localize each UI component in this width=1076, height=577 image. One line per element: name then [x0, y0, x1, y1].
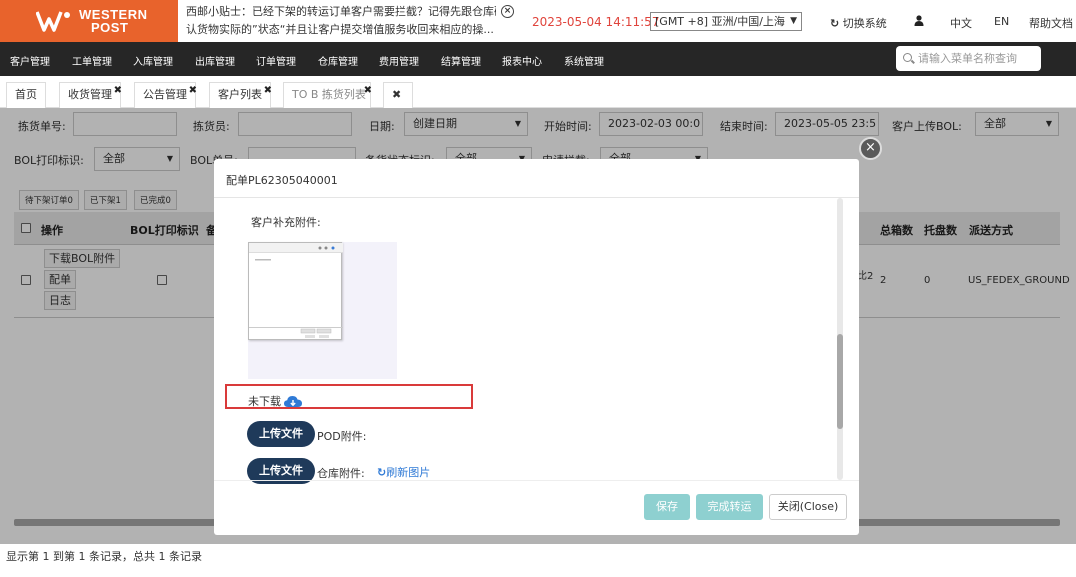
- tab-tob-picking[interactable]: TO B 拣货列表 ✖: [283, 79, 372, 108]
- nav-item-outbound[interactable]: 出库管理: [195, 53, 235, 68]
- nav-item-fees[interactable]: 费用管理: [379, 53, 419, 68]
- brand-line2: POST: [91, 20, 129, 35]
- lang-chinese-link[interactable]: 中文: [950, 15, 972, 31]
- nav-item-system[interactable]: 系统管理: [564, 53, 604, 68]
- top-bar: WESTERN POST 西邮小贴士：已经下架的转运订单客户需要拦截？记得先跟仓…: [0, 0, 1076, 42]
- refresh-image-label: 刷新图片: [386, 466, 431, 479]
- timezone-select[interactable]: [GMT +8] 亚洲/中国/上海 ▼: [650, 12, 802, 31]
- tab-receiving-label: 收货管理: [68, 88, 112, 101]
- nav-item-customer[interactable]: 客户管理: [10, 53, 50, 68]
- tip-close-icon[interactable]: ×: [501, 5, 514, 18]
- warehouse-attachment-label: 仓库附件:: [317, 467, 365, 480]
- search-icon: [903, 53, 912, 62]
- nav-item-inbound[interactable]: 入库管理: [133, 53, 173, 68]
- cloud-download-icon[interactable]: [283, 394, 303, 408]
- tab-customer-list[interactable]: 客户列表 ✖: [209, 79, 272, 108]
- lang-english-link[interactable]: EN: [994, 15, 1009, 28]
- modal-title: 配单PL62305040001: [226, 174, 338, 187]
- close-icon[interactable]: ✖: [364, 79, 372, 103]
- main-nav: 客户管理 工单管理 入库管理 出库管理 订单管理 仓库管理 费用管理 结算管理 …: [0, 42, 1076, 76]
- close-icon[interactable]: ✖: [114, 79, 122, 103]
- tab-customer-list-label: 客户列表: [218, 88, 262, 101]
- user-icon[interactable]: [914, 15, 924, 29]
- tab-tob-picking-label: TO B 拣货列表: [292, 88, 366, 101]
- switch-system-label: 切换系统: [842, 17, 887, 30]
- nav-item-warehouse[interactable]: 仓库管理: [318, 53, 358, 68]
- modal-scrollbar-thumb[interactable]: [837, 334, 843, 429]
- pod-attachment-label: POD附件:: [317, 430, 367, 443]
- brand-name: WESTERN POST: [79, 8, 148, 34]
- nav-item-reports[interactable]: 报表中心: [502, 53, 542, 68]
- menu-search-placeholder: 请输入菜单名称查询: [918, 52, 1017, 65]
- tab-home[interactable]: 首页: [6, 82, 46, 108]
- tip-banner: 西邮小贴士：已经下架的转运订单客户需要拦截？记得先跟仓库确 认货物实际的”状态“…: [186, 3, 496, 39]
- upload-pod-button[interactable]: 上传文件: [247, 421, 315, 447]
- page-tabs: 首页 收货管理 ✖ 公告管理 ✖ 客户列表 ✖ TO B 拣货列表 ✖ ✖: [0, 82, 1076, 108]
- close-button[interactable]: 关闭(Close): [769, 494, 847, 520]
- attachment-thumbnail[interactable]: [248, 242, 397, 379]
- pagination-info: 显示第 1 到第 1 条记录，总共 1 条记录: [6, 550, 202, 563]
- tab-announcements[interactable]: 公告管理 ✖: [134, 79, 197, 108]
- tab-announcements-label: 公告管理: [143, 88, 187, 101]
- complete-transfer-button[interactable]: 完成转运: [696, 494, 763, 520]
- modal-footer-divider: [214, 480, 859, 481]
- nav-item-settlement[interactable]: 结算管理: [441, 53, 481, 68]
- attachment-preview-image: [248, 242, 343, 340]
- modal-close-icon[interactable]: ×: [859, 137, 882, 160]
- help-docs-link[interactable]: 帮助文档: [1029, 15, 1073, 31]
- save-button[interactable]: 保存: [644, 494, 690, 520]
- close-icon[interactable]: ✖: [189, 79, 197, 103]
- tip-line2: 认货物实际的”状态“并且让客户提交增值服务收回来相应的操...: [186, 23, 494, 36]
- menu-search-input[interactable]: 请输入菜单名称查询: [896, 46, 1041, 71]
- close-icon[interactable]: ✖: [264, 79, 272, 103]
- chevron-down-icon: ▼: [790, 16, 797, 26]
- server-datetime: 2023-05-04 14:11:57: [532, 15, 660, 29]
- logo-mark-icon: [36, 11, 70, 32]
- tab-receiving[interactable]: 收货管理 ✖: [59, 79, 122, 108]
- modal-divider: [214, 197, 859, 198]
- nav-item-ticket[interactable]: 工单管理: [72, 53, 112, 68]
- tip-line1: 西邮小贴士：已经下架的转运订单客户需要拦截？记得先跟仓库确: [186, 5, 496, 18]
- timezone-value: [GMT +8] 亚洲/中国/上海: [655, 15, 785, 28]
- tab-home-label: 首页: [15, 88, 37, 101]
- brand-logo[interactable]: WESTERN POST: [0, 0, 178, 42]
- refresh-icon: ↻: [830, 17, 840, 30]
- not-downloaded-status: 未下载: [248, 395, 281, 408]
- refresh-icon: ↻: [377, 466, 387, 479]
- customer-attachment-label: 客户补充附件:: [251, 216, 321, 229]
- nav-item-orders[interactable]: 订单管理: [256, 53, 296, 68]
- switch-system-link[interactable]: ↻ 切换系统: [830, 15, 887, 31]
- modal-scrollbar[interactable]: [837, 198, 843, 480]
- refresh-image-link[interactable]: ↻刷新图片: [377, 464, 430, 480]
- close-all-tabs-icon[interactable]: ✖: [383, 82, 413, 108]
